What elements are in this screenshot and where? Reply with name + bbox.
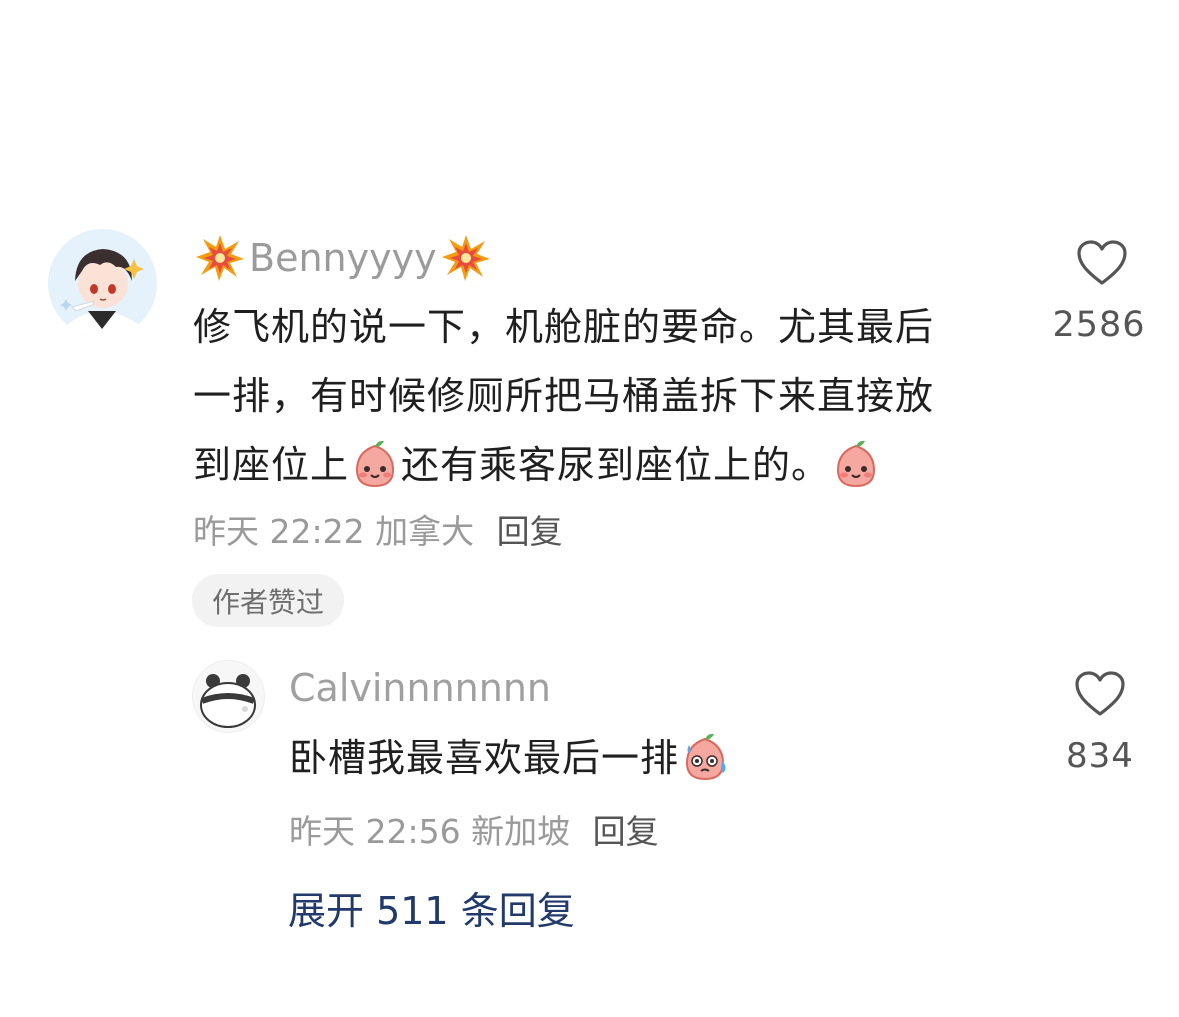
- reply-time: 昨天 22:56: [289, 812, 461, 851]
- collision-burst-icon: [195, 233, 245, 283]
- like-count: 2586: [1052, 305, 1146, 345]
- comment-location: 加拿大: [375, 512, 475, 551]
- peach-smile-emoji-icon: [349, 438, 401, 490]
- reply-avatar[interactable]: [192, 660, 265, 733]
- like-button[interactable]: 2586: [1052, 239, 1152, 345]
- reply-button[interactable]: 回复: [497, 512, 563, 551]
- peach-sweat-emoji-icon: [679, 731, 731, 783]
- panda-avatar-icon: [193, 661, 264, 732]
- reply-username[interactable]: Calvinnnnnnn: [289, 666, 551, 710]
- reply-like-button[interactable]: 834: [1050, 670, 1150, 776]
- reply-like-count: 834: [1066, 736, 1134, 776]
- comment-line: 修飞机的说一下，机舱脏的要命。尤其最后: [193, 305, 935, 349]
- comment-line: 一排，有时候修厕所把马桶盖拆下来直接放: [193, 374, 935, 418]
- peach-smile-emoji-icon: [830, 438, 882, 490]
- commenter-avatar[interactable]: [48, 229, 157, 338]
- reply-body: 卧槽我最喜欢最后一排: [289, 727, 731, 783]
- comment-body: 修飞机的说一下，机舱脏的要命。尤其最后 一排，有时候修厕所把马桶盖拆下来直接放 …: [193, 293, 1023, 500]
- heart-outline-icon: [1075, 671, 1125, 716]
- comment-time: 昨天 22:22: [193, 512, 365, 551]
- reply-text: 卧槽我最喜欢最后一排: [289, 736, 680, 780]
- author-liked-badge: 作者赞过: [192, 574, 345, 627]
- anime-boy-avatar-icon: [48, 229, 157, 338]
- reply-button[interactable]: 回复: [593, 812, 659, 851]
- collision-burst-icon: [441, 233, 491, 283]
- commenter-username[interactable]: Bennyyyy: [195, 232, 491, 284]
- reply-meta: 昨天 22:56 新加坡 回复: [289, 805, 659, 853]
- comment-line-part: 到座位上: [193, 443, 350, 487]
- username-text: Bennyyyy: [249, 236, 437, 280]
- heart-outline-icon: [1077, 240, 1127, 285]
- reply-location: 新加坡: [471, 812, 571, 851]
- comment-line-part: 还有乘客尿到座位上的。: [401, 443, 831, 487]
- comment-line: 到座位上 还有乘客尿到座位上的。: [193, 431, 1023, 500]
- comment-meta: 昨天 22:22 加拿大 回复: [193, 505, 563, 553]
- expand-replies-link[interactable]: 展开 511 条回复: [288, 880, 575, 935]
